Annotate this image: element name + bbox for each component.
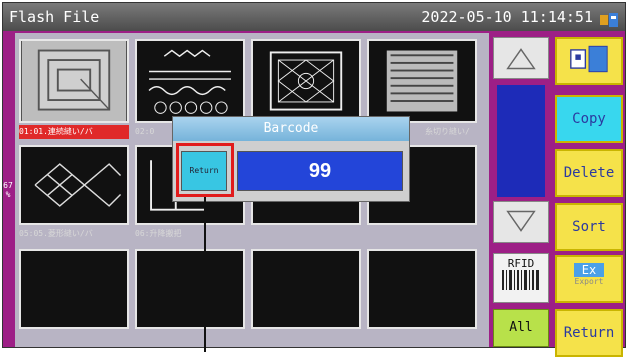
memory-usage-label: 67 %	[3, 181, 13, 199]
file-thumbnail[interactable]	[251, 249, 361, 329]
rfid-label: RFID	[507, 257, 535, 270]
scroll-down-button[interactable]	[493, 201, 549, 243]
export-button[interactable]: Ex Export	[555, 255, 623, 303]
title-bar: Flash File 2022-05-10 11:14:51	[3, 3, 625, 31]
callout-line	[204, 197, 206, 352]
file-thumbnail[interactable]	[19, 145, 129, 225]
file-thumbnail[interactable]	[19, 249, 129, 329]
usb-button[interactable]	[555, 37, 623, 85]
select-all-button[interactable]: All	[493, 309, 549, 347]
triangle-up-icon	[506, 48, 536, 70]
triangle-down-icon	[506, 210, 536, 232]
file-thumbnail[interactable]	[19, 39, 129, 123]
delete-button[interactable]: Delete	[555, 149, 623, 197]
copy-button[interactable]: Copy	[555, 95, 623, 143]
left-strip: 67 %	[3, 31, 13, 347]
export-icon-label: Ex	[574, 263, 604, 277]
file-caption: 05:05.菱形縫い/バ	[19, 229, 93, 238]
file-caption: 糸切り縫い/	[425, 127, 470, 136]
file-caption: 02:0	[135, 127, 155, 136]
file-thumbnail[interactable]	[135, 249, 245, 329]
dialog-title: Barcode	[173, 117, 409, 141]
file-thumbnail[interactable]	[367, 249, 477, 329]
file-caption: 01:01.連続縫い/バ	[19, 125, 129, 139]
scroll-column: RFID All	[493, 33, 551, 347]
file-thumbnail[interactable]	[251, 39, 361, 123]
window-title: Flash File	[9, 8, 100, 26]
file-thumbnail[interactable]	[367, 39, 477, 123]
file-thumbnail[interactable]	[135, 39, 245, 123]
scroll-up-button[interactable]	[493, 37, 549, 79]
file-caption: 06:升降搬把	[135, 229, 182, 238]
return-button[interactable]: Return	[555, 309, 623, 357]
rfid-button[interactable]: RFID	[493, 253, 549, 303]
scroll-thumb[interactable]	[497, 85, 545, 197]
usb-card-icon	[570, 45, 608, 73]
export-label: Export	[574, 277, 604, 286]
barcode-value-field[interactable]: 99	[237, 151, 403, 191]
action-column: Copy Delete Sort Ex Export Return	[555, 33, 625, 357]
usb-drive-icon	[599, 9, 619, 27]
highlight-box	[176, 143, 234, 197]
barcode-icon	[502, 270, 539, 290]
sort-button[interactable]: Sort	[555, 203, 623, 251]
datetime: 2022-05-10 11:14:51	[421, 8, 593, 26]
